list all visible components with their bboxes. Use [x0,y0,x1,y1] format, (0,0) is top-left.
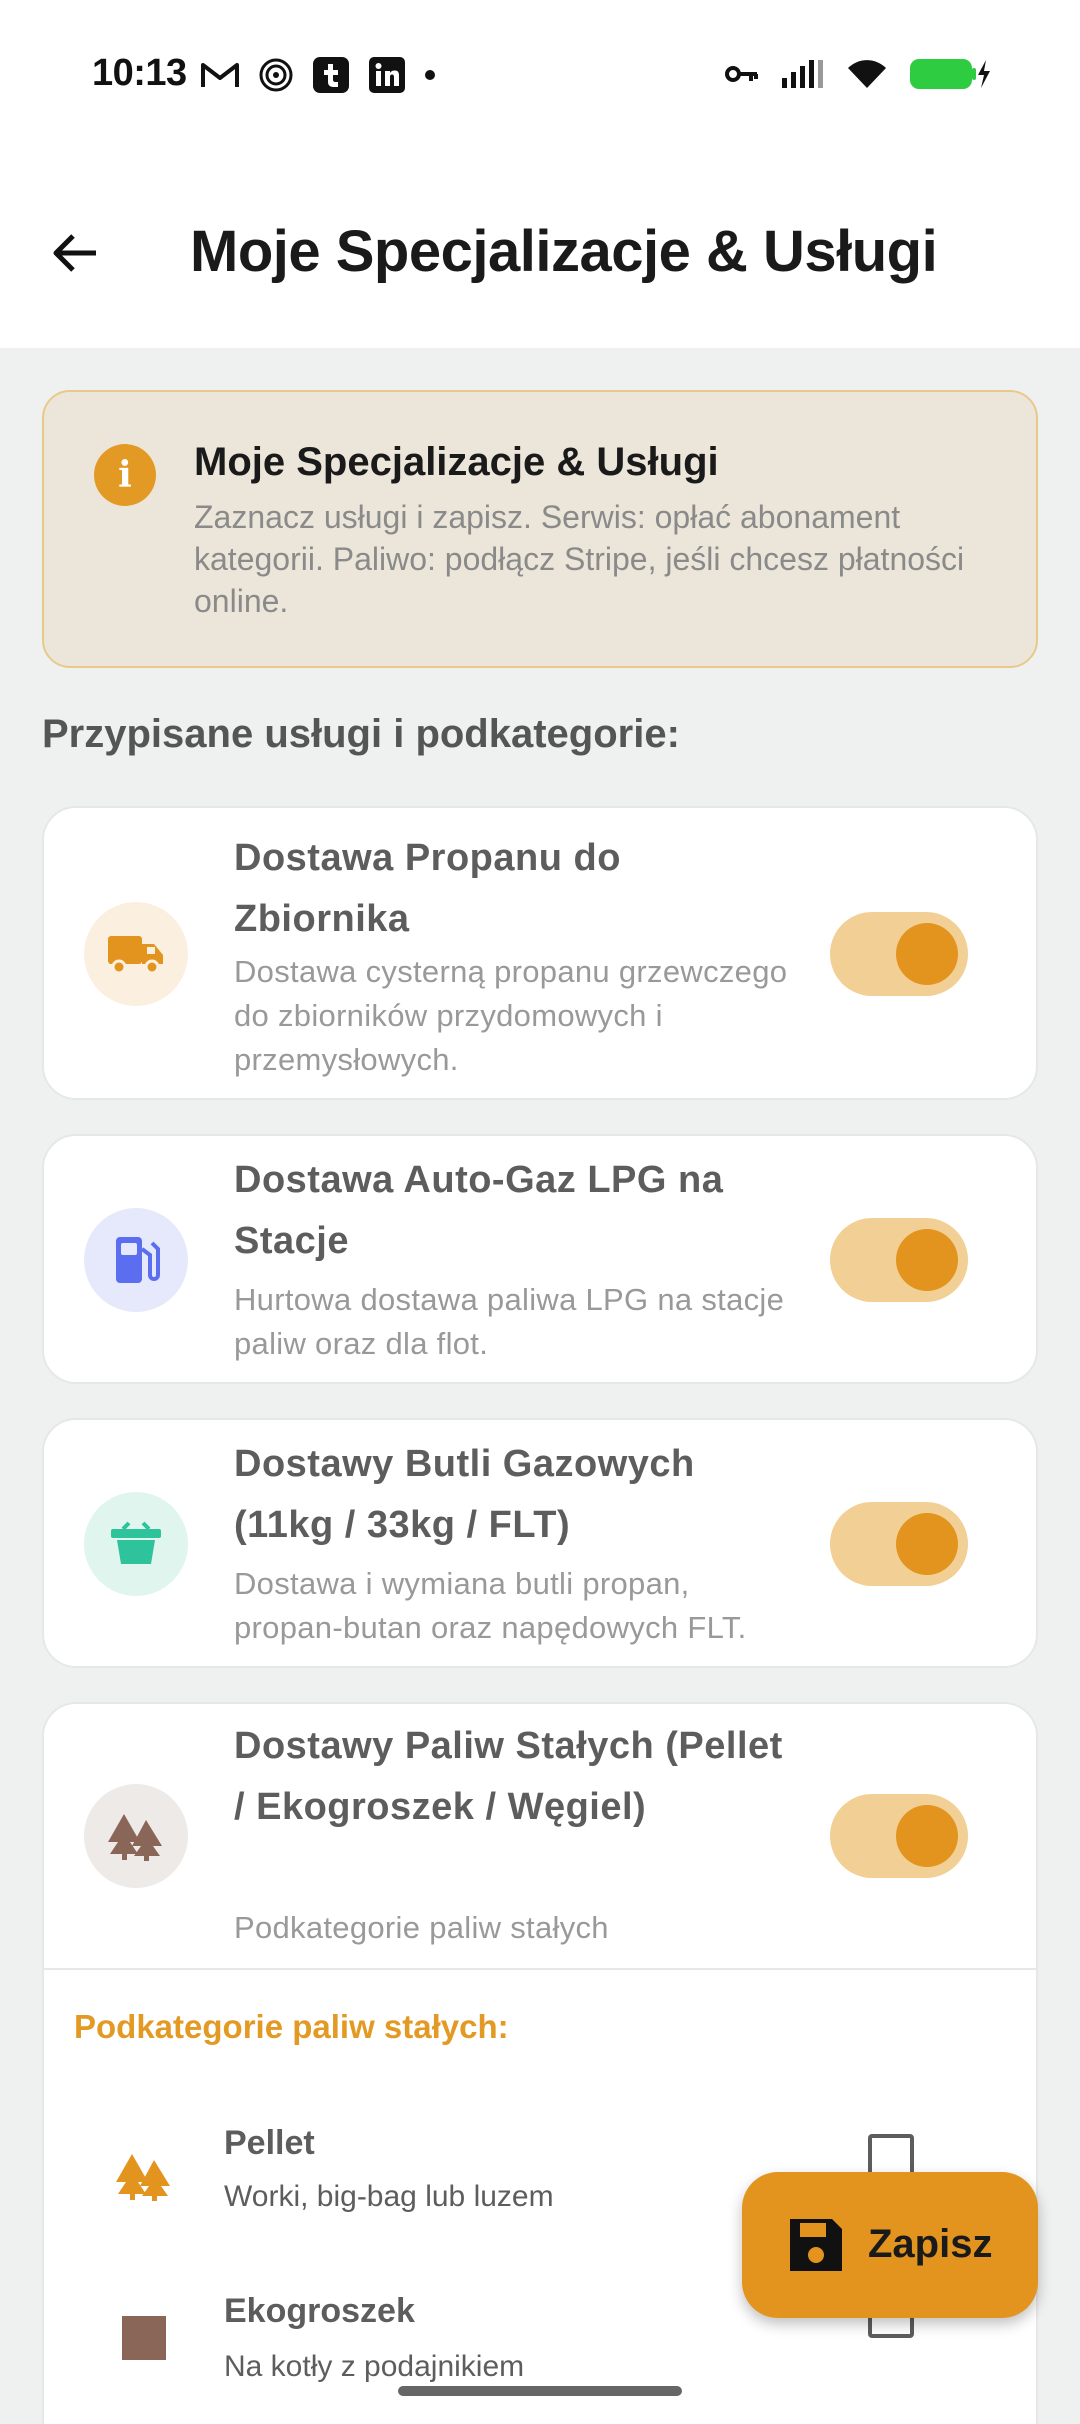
subcategory-header: Podkategorie paliw stałych: [74,2008,509,2045]
home-indicator[interactable] [398,2386,682,2396]
app-bar: Moje Specjalizacje & Usługi [0,150,1080,348]
square-icon [114,2308,174,2368]
status-bar: 10:13 [0,0,1080,150]
service-description: Dostawa i wymiana butli propan, propan-b… [234,1566,747,1645]
vpn-key-icon [725,66,758,82]
linkedin-icon [369,57,405,93]
service-toggle[interactable] [830,1502,968,1586]
page-title: Moje Specjalizacje & Usługi [190,219,938,284]
signal-icon [782,60,823,88]
arrow-left-icon [53,234,96,272]
trees-icon [114,2146,174,2206]
section-label: Przypisane usługi i podkategorie: [42,712,680,756]
back-button[interactable] [40,218,110,288]
service-toggle[interactable] [830,912,968,996]
service-card-lpg: Dostawa Auto-Gaz LPG na Stacje Hurtowa d… [42,1134,1038,1384]
notification-icons [200,56,436,94]
service-description: Podkategorie paliw stałych [234,1910,609,1945]
toggle-knob [896,923,958,985]
save-button-label: Zapisz [868,2222,993,2266]
system-icons [724,56,992,92]
gmail-icon [201,63,239,87]
info-banner-title: Moje Specjalizacje & Usługi [194,440,719,484]
service-card-cylinders: Dostawy Butli Gazowych (11kg / 33kg / FL… [42,1418,1038,1668]
service-title: Dostawa Propanu do Zbiornika [234,837,621,940]
subcategory-description: Na kotły z podajnikiem [224,2350,525,2383]
subcategory-description: Worki, big-bag lub luzem [224,2180,554,2213]
status-time: 10:13 [92,52,187,94]
fuel-pump-icon [84,1208,188,1312]
info-icon: i [94,444,156,506]
service-title: Dostawy Paliw Stałych (Pellet / Ekogrosz… [234,1725,783,1828]
service-title: Dostawa Auto-Gaz LPG na Stacje [234,1159,724,1262]
battery-icon [910,59,990,89]
service-card-propane: Dostawa Propanu do Zbiornika Dostawa cys… [42,806,1038,1100]
save-button[interactable]: Zapisz [742,2172,1038,2318]
service-description: Dostawa cysterną propanu grzewczego do z… [234,954,788,1077]
subcategory-title: Ekogroszek [224,2292,415,2330]
target-icon [259,58,293,92]
save-icon [790,2219,842,2271]
wifi-icon [848,60,886,88]
truck-icon [84,902,188,1006]
dot-icon [425,70,435,80]
tumblr-icon [313,57,349,93]
service-toggle[interactable] [830,1218,968,1302]
info-banner-text: Zaznacz usługi i zapisz. Serwis: opłać a… [194,499,965,619]
basket-icon [84,1492,188,1596]
subcategory-title: Pellet [224,2124,315,2162]
service-description: Hurtowa dostawa paliwa LPG na stacje pal… [234,1282,785,1361]
toggle-knob [896,1805,958,1867]
service-card-solid-fuels: Dostawy Paliw Stałych (Pellet / Ekogrosz… [42,1702,1038,2002]
toggle-knob [896,1513,958,1575]
service-title: Dostawy Butli Gazowych (11kg / 33kg / FL… [234,1443,695,1546]
info-banner: i Moje Specjalizacje & Usługi Zaznacz us… [42,390,1038,668]
trees-icon [84,1784,188,1888]
toggle-knob [896,1229,958,1291]
service-toggle[interactable] [830,1794,968,1878]
